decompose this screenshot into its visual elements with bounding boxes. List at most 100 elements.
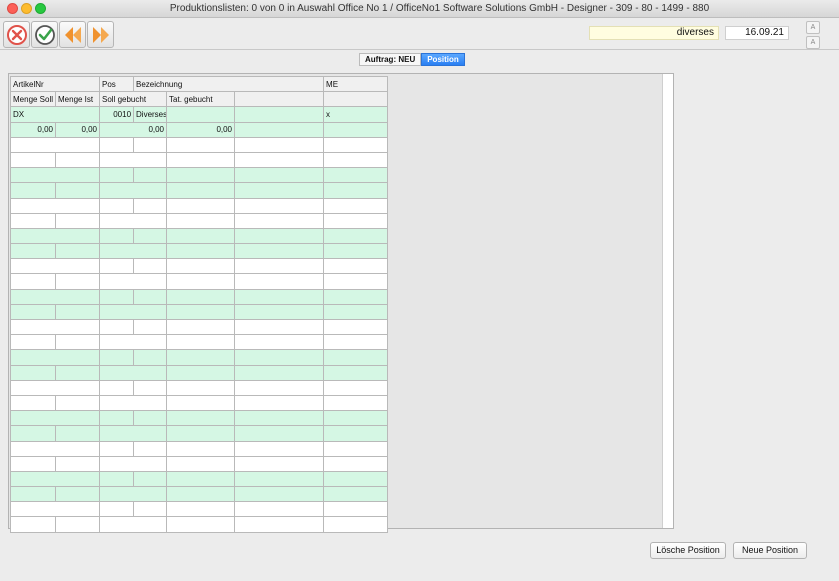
table-cell[interactable] (166, 151, 236, 169)
table-cell[interactable] (99, 136, 135, 153)
table-cell[interactable] (9, 258, 101, 275)
table-cell[interactable] (54, 486, 101, 503)
table-cell[interactable] (166, 501, 236, 518)
table-row[interactable] (9, 318, 389, 336)
table-cell[interactable] (323, 410, 389, 427)
cell-menge-soll[interactable]: 0,00 (10, 121, 56, 138)
table-cell[interactable] (99, 167, 135, 184)
next-button[interactable] (87, 21, 114, 48)
table-cell[interactable] (323, 394, 389, 412)
table-cell[interactable] (133, 410, 168, 427)
date-field[interactable]: 16.09.21 (725, 26, 789, 40)
cell-menge-ist[interactable]: 0,00 (54, 121, 101, 138)
cell-tat-gebucht[interactable]: 0,00 (166, 121, 236, 138)
table-cell[interactable] (133, 258, 168, 275)
table-cell[interactable] (99, 486, 168, 503)
table-row[interactable] (10, 486, 389, 503)
table-cell[interactable] (54, 273, 101, 290)
table-cell[interactable] (99, 318, 135, 336)
tab-auftrag[interactable]: Auftrag: NEU (359, 53, 422, 66)
table-cell[interactable] (234, 349, 325, 366)
table-cell[interactable] (234, 501, 325, 518)
table-cell[interactable] (99, 197, 135, 214)
table-cell[interactable] (99, 470, 135, 488)
table-cell[interactable] (99, 212, 168, 229)
table-cell[interactable] (234, 243, 325, 260)
table-cell[interactable] (323, 151, 389, 169)
table-cell[interactable] (166, 243, 236, 260)
table-cell[interactable] (10, 516, 56, 533)
table-cell[interactable] (234, 486, 325, 503)
table-row[interactable] (10, 516, 389, 533)
table-cell[interactable] (133, 379, 168, 396)
table-cell[interactable] (166, 394, 236, 412)
table-cell[interactable] (323, 349, 389, 366)
table-cell[interactable] (166, 273, 236, 290)
table-row[interactable] (9, 288, 389, 305)
table-row[interactable] (10, 243, 389, 260)
table-cell[interactable] (166, 318, 236, 336)
table-cell[interactable] (234, 364, 325, 381)
table-row[interactable] (10, 303, 389, 321)
table-cell[interactable] (99, 440, 135, 457)
table-cell[interactable] (234, 334, 325, 351)
table-cell[interactable] (99, 288, 135, 305)
table-row[interactable] (9, 136, 389, 153)
table-cell[interactable] (54, 425, 101, 442)
table-cell[interactable] (234, 318, 325, 336)
table-row[interactable] (9, 379, 389, 396)
table-cell[interactable] (234, 136, 325, 153)
table-cell[interactable] (323, 243, 389, 260)
table-cell[interactable] (133, 440, 168, 457)
table-cell[interactable] (323, 288, 389, 305)
previous-button[interactable] (59, 21, 86, 48)
table-row[interactable] (10, 151, 389, 169)
cell-soll-gebucht[interactable]: 0,00 (99, 121, 168, 138)
table-cell[interactable] (234, 394, 325, 412)
table-cell[interactable] (54, 455, 101, 472)
table-cell[interactable] (99, 303, 168, 321)
table-cell[interactable] (133, 136, 168, 153)
table-cell[interactable] (166, 303, 236, 321)
cell-me[interactable]: x (323, 106, 389, 123)
cancel-button[interactable] (3, 21, 30, 48)
table-cell[interactable] (99, 394, 168, 412)
table-cell[interactable] (166, 364, 236, 381)
table-cell[interactable] (323, 501, 389, 518)
table-row[interactable] (9, 227, 389, 245)
table-cell[interactable] (166, 288, 236, 305)
table-cell[interactable] (54, 334, 101, 351)
table-cell[interactable] (9, 288, 101, 305)
table-cell[interactable] (166, 349, 236, 366)
new-position-button[interactable]: Neue Position (733, 542, 807, 559)
delete-position-button[interactable]: Lösche Position (650, 542, 726, 559)
table-row[interactable] (10, 455, 389, 472)
table-cell[interactable] (54, 394, 101, 412)
cell-artikelnr[interactable]: DX (9, 106, 101, 123)
table-row[interactable]: DX 0010 Diverses x (9, 106, 389, 123)
table-cell[interactable] (99, 227, 135, 245)
table-cell[interactable] (99, 243, 168, 260)
table-cell[interactable] (133, 288, 168, 305)
table-cell[interactable] (323, 136, 389, 153)
table-cell[interactable] (99, 273, 168, 290)
table-cell[interactable] (99, 379, 135, 396)
table-cell[interactable] (323, 273, 389, 290)
table-cell[interactable] (99, 410, 135, 427)
table-cell[interactable] (323, 212, 389, 229)
table-cell[interactable] (234, 379, 325, 396)
table-cell[interactable] (54, 243, 101, 260)
table-cell[interactable] (9, 470, 101, 488)
table-cell[interactable] (166, 136, 236, 153)
name-field[interactable]: diverses (589, 26, 719, 40)
table-cell[interactable] (99, 516, 168, 533)
table-cell[interactable] (234, 167, 325, 184)
table-cell[interactable] (323, 470, 389, 488)
table-cell[interactable] (323, 455, 389, 472)
table-cell[interactable] (10, 425, 56, 442)
table-cell[interactable] (323, 303, 389, 321)
table-row[interactable] (10, 273, 389, 290)
table-cell[interactable] (166, 425, 236, 442)
table-cell[interactable] (9, 379, 101, 396)
table-cell[interactable] (9, 349, 101, 366)
